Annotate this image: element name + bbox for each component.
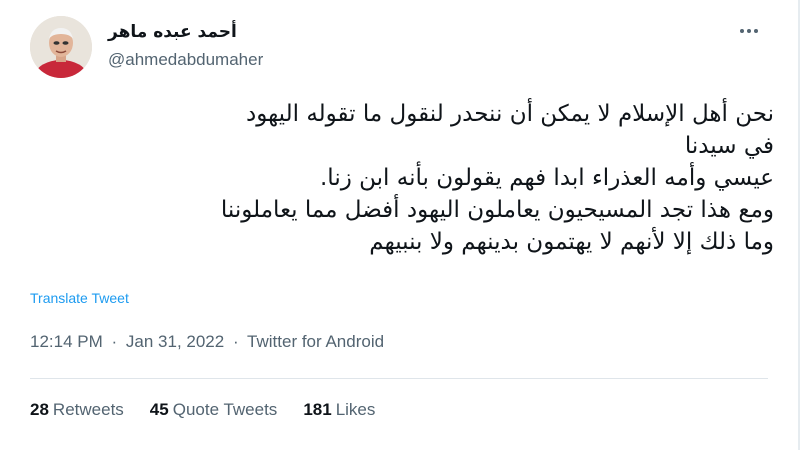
tweet-line: عيسي وأمه العذراء ابدا فهم يقولون بأنه ا… (320, 165, 774, 191)
tweet-line: وما ذلك إلا لأنهم لا يهتمون بدينهم ولا ب… (369, 229, 774, 255)
quote-tweets-stat[interactable]: 45 Quote Tweets (150, 400, 278, 420)
retweets-count: 28 (30, 400, 49, 419)
more-horizontal-icon[interactable] (734, 20, 764, 42)
retweets-label: Retweets (52, 400, 124, 419)
tweet-source[interactable]: Twitter for Android (247, 332, 384, 351)
meta-separator: · (111, 332, 118, 351)
retweets-stat[interactable]: 28 Retweets (30, 400, 124, 420)
user-avatar-icon (30, 16, 92, 78)
quotes-count: 45 (149, 400, 169, 419)
meta-separator: · (232, 332, 239, 351)
divider (30, 378, 768, 379)
tweet-line: ومع هذا تجد المسيحيون يعاملون اليهود أفض… (220, 197, 774, 223)
tweet-line: في سيدنا (684, 133, 774, 159)
more-dot (740, 29, 744, 33)
tweet-time[interactable]: 12:14 PM (30, 332, 103, 351)
translate-tweet-link[interactable]: Translate Tweet (30, 290, 129, 306)
tweet-text: نحن أهل الإسلام لا يمكن أن ننحدر لنقول م… (24, 98, 774, 258)
author-display-name[interactable]: أحمد عبده ماهر (108, 22, 237, 42)
tweet-line: نحن أهل الإسلام لا يمكن أن ننحدر لنقول م… (245, 101, 774, 127)
avatar[interactable] (30, 16, 92, 78)
tweet-stats: 28 Retweets 45 Quote Tweets 181 Likes (30, 400, 375, 420)
likes-label: Likes (335, 400, 376, 419)
tweet-date[interactable]: Jan 31, 2022 (126, 332, 224, 351)
tweet-meta: 12:14 PM · Jan 31, 2022 · Twitter for An… (30, 332, 384, 352)
author-handle[interactable]: @ahmedabdumaher (108, 50, 263, 70)
likes-stat[interactable]: 181 Likes (303, 400, 375, 420)
more-dot (747, 29, 751, 33)
likes-count: 181 (303, 400, 332, 419)
tweet-card: أحمد عبده ماهر @ahmedabdumaher نحن أهل ا… (0, 0, 800, 450)
more-dot (754, 29, 758, 33)
quotes-label: Quote Tweets (172, 400, 278, 419)
